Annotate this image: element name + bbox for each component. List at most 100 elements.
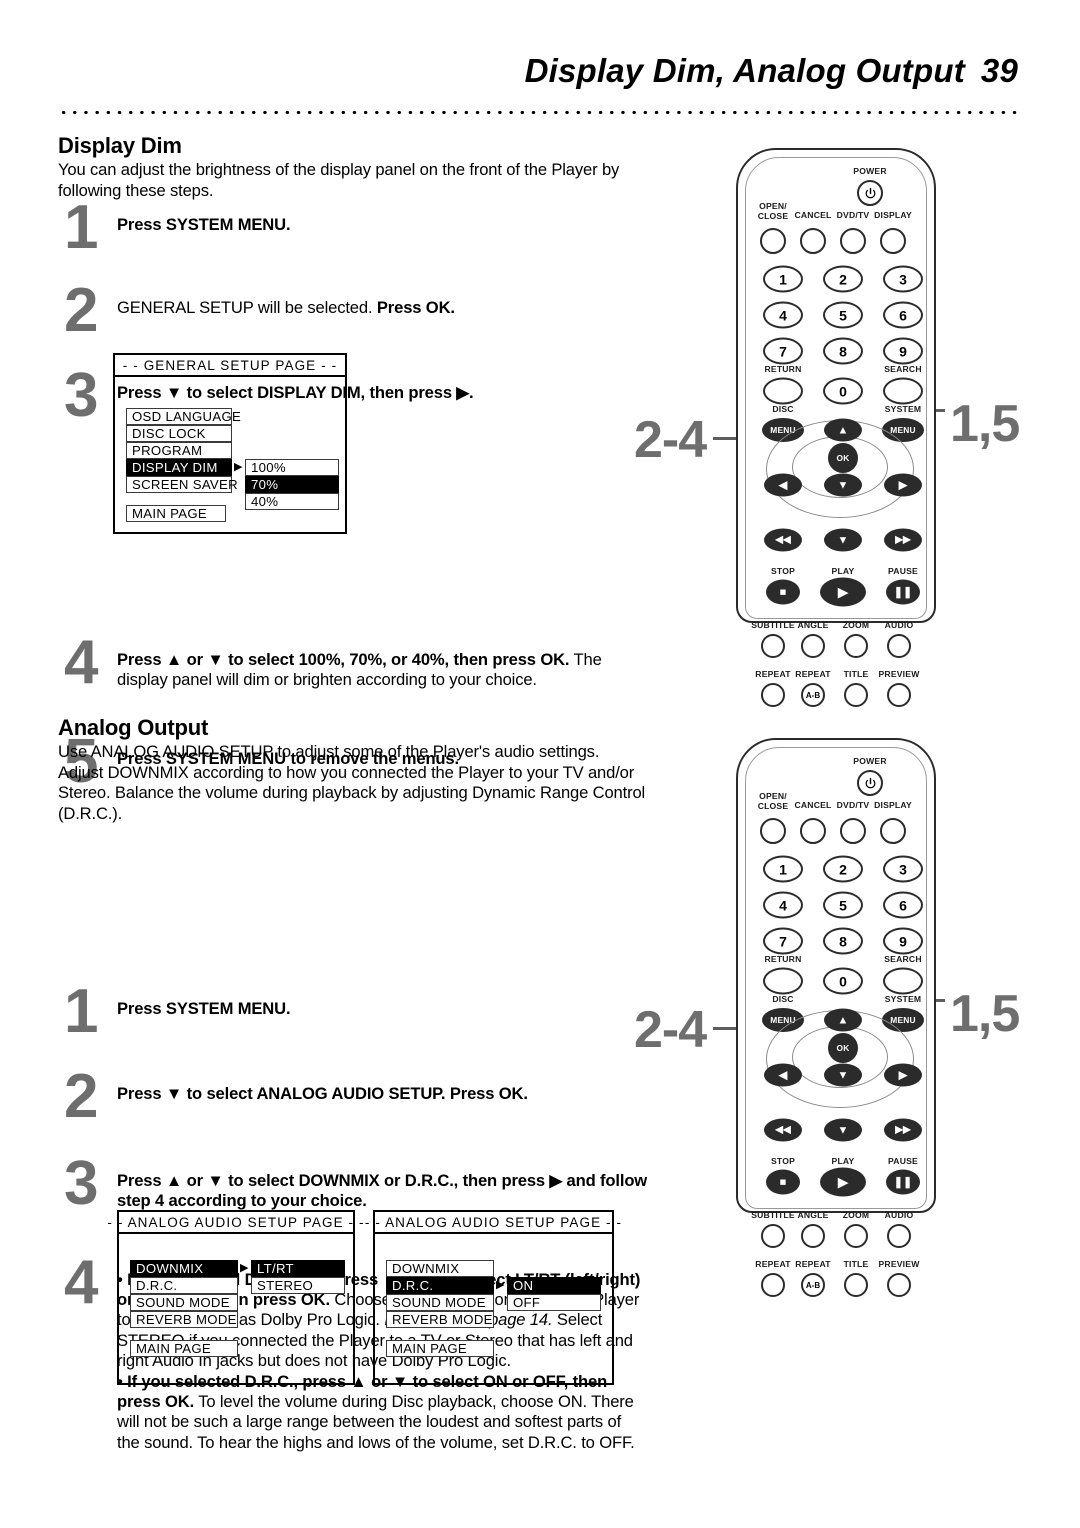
osd-title: - - ANALOG AUDIO SETUP PAGE - - xyxy=(107,1210,363,1234)
repeat-ab-button[interactable]: A-B xyxy=(801,683,825,707)
menu-item-disc-lock[interactable]: DISC LOCK xyxy=(126,425,232,442)
option-40-percent[interactable]: 40% xyxy=(245,493,339,510)
search-button[interactable] xyxy=(883,967,923,995)
ok-button[interactable]: OK xyxy=(828,443,858,473)
title-button[interactable] xyxy=(844,1273,868,1297)
cancel-button[interactable] xyxy=(800,818,826,844)
option-lt-rt[interactable]: LT/RT xyxy=(251,1260,345,1277)
number-button-2[interactable]: 2 xyxy=(823,855,863,883)
angle-button[interactable] xyxy=(801,634,825,658)
number-button-6[interactable]: 6 xyxy=(883,891,923,919)
nav-down-button-lower[interactable]: ▼ xyxy=(824,1118,862,1142)
dvd-tv-button[interactable] xyxy=(840,228,866,254)
play-button[interactable]: ▶ xyxy=(820,1167,866,1197)
menu-item-reverb-mode[interactable]: REVERB MODE xyxy=(386,1311,494,1328)
audio-button[interactable] xyxy=(887,634,911,658)
step-text: GENERAL SETUP will be selected. Press OK… xyxy=(117,298,648,318)
page-title: Display Dim, Analog Output 39 xyxy=(525,52,1018,90)
option-70-percent[interactable]: 70% xyxy=(245,476,339,493)
number-button-7[interactable]: 7 xyxy=(763,927,803,955)
repeat-ab-button[interactable]: A-B xyxy=(801,1273,825,1297)
skip-forward-button[interactable]: ▶▶ xyxy=(884,528,922,552)
number-button-0[interactable]: 0 xyxy=(823,967,863,995)
stop-button[interactable]: ■ xyxy=(766,1169,800,1195)
nav-down-button-lower[interactable]: ▼ xyxy=(824,528,862,552)
return-button[interactable] xyxy=(763,967,803,995)
power-button[interactable] xyxy=(857,770,883,796)
preview-button[interactable] xyxy=(887,683,911,707)
subtitle-button[interactable] xyxy=(761,1224,785,1248)
dvd-tv-button[interactable] xyxy=(840,818,866,844)
number-button-8[interactable]: 8 xyxy=(823,337,863,365)
pause-button[interactable]: ❚❚ xyxy=(886,579,920,605)
option-on[interactable]: ON xyxy=(507,1277,601,1294)
display-button[interactable] xyxy=(880,228,906,254)
nav-left-button[interactable]: ◀ xyxy=(764,473,802,497)
osd-body: OSD LANGUAGE DISC LOCK PROGRAM DISPLAY D… xyxy=(113,377,347,534)
menu-item-osd-language[interactable]: OSD LANGUAGE xyxy=(126,408,241,425)
nav-down-button[interactable]: ▼ xyxy=(824,473,862,497)
number-button-1[interactable]: 1 xyxy=(763,265,803,293)
play-button[interactable]: ▶ xyxy=(820,577,866,607)
return-button[interactable] xyxy=(763,377,803,405)
menu-item-sound-mode[interactable]: SOUND MODE xyxy=(130,1294,238,1311)
pause-button[interactable]: ❚❚ xyxy=(886,1169,920,1195)
option-off[interactable]: OFF xyxy=(507,1294,601,1311)
zoom-button[interactable] xyxy=(844,1224,868,1248)
nav-up-button[interactable]: ▲ xyxy=(824,418,862,442)
number-button-3[interactable]: 3 xyxy=(883,855,923,883)
search-button[interactable] xyxy=(883,377,923,405)
menu-item-drc[interactable]: D.R.C. xyxy=(386,1277,494,1294)
stop-button[interactable]: ■ xyxy=(766,579,800,605)
ok-button[interactable]: OK xyxy=(828,1033,858,1063)
number-button-9[interactable]: 9 xyxy=(883,927,923,955)
number-button-7[interactable]: 7 xyxy=(763,337,803,365)
power-button[interactable] xyxy=(857,180,883,206)
skip-back-button[interactable]: ◀◀ xyxy=(764,1118,802,1142)
display-button[interactable] xyxy=(880,818,906,844)
menu-item-main-page[interactable]: MAIN PAGE xyxy=(386,1340,494,1357)
audio-button[interactable] xyxy=(887,1224,911,1248)
number-button-5[interactable]: 5 xyxy=(823,301,863,329)
menu-item-drc[interactable]: D.R.C. xyxy=(130,1277,238,1294)
nav-left-button[interactable]: ◀ xyxy=(764,1063,802,1087)
nav-right-button[interactable]: ▶ xyxy=(884,473,922,497)
menu-item-screen-saver[interactable]: SCREEN SAVER xyxy=(126,476,238,493)
number-button-1[interactable]: 1 xyxy=(763,855,803,883)
option-100-percent[interactable]: 100% xyxy=(245,459,339,476)
number-button-9[interactable]: 9 xyxy=(883,337,923,365)
skip-forward-button[interactable]: ▶▶ xyxy=(884,1118,922,1142)
menu-item-main-page[interactable]: MAIN PAGE xyxy=(126,505,226,522)
menu-item-program[interactable]: PROGRAM xyxy=(126,442,232,459)
zoom-button[interactable] xyxy=(844,634,868,658)
menu-item-downmix[interactable]: DOWNMIX xyxy=(386,1260,494,1277)
number-button-2[interactable]: 2 xyxy=(823,265,863,293)
menu-item-display-dim[interactable]: DISPLAY DIM xyxy=(126,459,232,476)
preview-button[interactable] xyxy=(887,1273,911,1297)
repeat-button[interactable] xyxy=(761,1273,785,1297)
number-button-4[interactable]: 4 xyxy=(763,301,803,329)
subtitle-button[interactable] xyxy=(761,634,785,658)
open-close-button[interactable] xyxy=(760,228,786,254)
number-button-0[interactable]: 0 xyxy=(823,377,863,405)
cancel-button[interactable] xyxy=(800,228,826,254)
nav-down-button[interactable]: ▼ xyxy=(824,1063,862,1087)
title-button[interactable] xyxy=(844,683,868,707)
number-button-6[interactable]: 6 xyxy=(883,301,923,329)
menu-item-reverb-mode[interactable]: REVERB MODE xyxy=(130,1311,238,1328)
repeat-button[interactable] xyxy=(761,683,785,707)
menu-item-downmix[interactable]: DOWNMIX xyxy=(130,1260,238,1277)
skip-back-button[interactable]: ◀◀ xyxy=(764,528,802,552)
nav-right-button[interactable]: ▶ xyxy=(884,1063,922,1087)
number-button-4[interactable]: 4 xyxy=(763,891,803,919)
open-close-button[interactable] xyxy=(760,818,786,844)
nav-up-button[interactable]: ▲ xyxy=(824,1008,862,1032)
number-button-8[interactable]: 8 xyxy=(823,927,863,955)
angle-button[interactable] xyxy=(801,1224,825,1248)
option-stereo[interactable]: STEREO xyxy=(251,1277,345,1294)
menu-item-main-page[interactable]: MAIN PAGE xyxy=(130,1340,238,1357)
number-button-5[interactable]: 5 xyxy=(823,891,863,919)
number-button-3[interactable]: 3 xyxy=(883,265,923,293)
menu-item-sound-mode[interactable]: SOUND MODE xyxy=(386,1294,494,1311)
section-analog-output: Analog Output Use ANALOG AUDIO SETUP to … xyxy=(58,715,648,824)
